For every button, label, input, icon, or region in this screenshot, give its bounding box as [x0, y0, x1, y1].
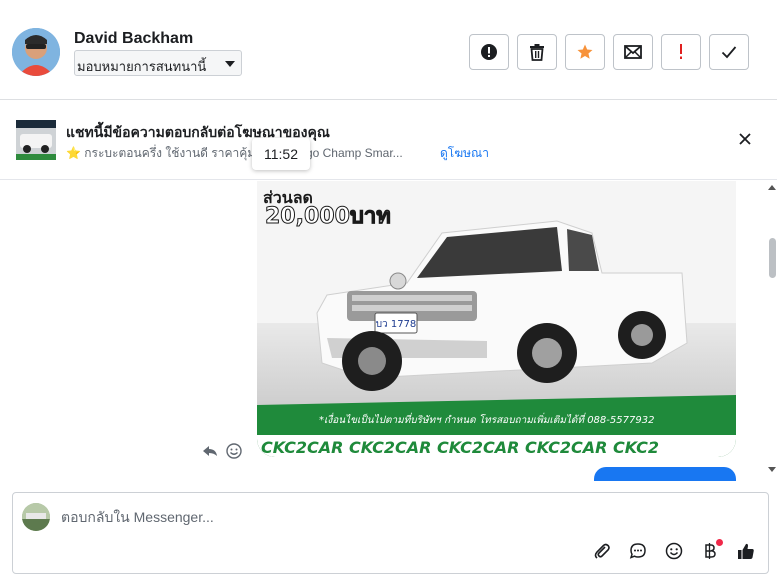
- ad-thumbnail[interactable]: [16, 120, 56, 160]
- mark-spam-button[interactable]: [469, 34, 509, 70]
- attach-button[interactable]: [592, 541, 612, 561]
- saved-replies-button[interactable]: [628, 541, 648, 561]
- emoji-button[interactable]: [664, 541, 684, 561]
- mark-done-button[interactable]: [709, 34, 749, 70]
- chat-thread[interactable]: บว 1778 ส่วนลด 20,000บาท *เงื่อนไขเป็นไป…: [0, 181, 777, 481]
- baht-icon: [705, 543, 716, 559]
- ad-reply-banner: แชทนี้มีข้อความตอบกลับต่อโฆษณาของคุณ ⭐ ก…: [0, 100, 777, 180]
- mark-unread-button[interactable]: [613, 34, 653, 70]
- assign-conversation-dropdown[interactable]: มอบหมายการสนทนานี้: [74, 50, 242, 76]
- reply-icon[interactable]: [202, 443, 218, 459]
- thumbs-up-icon: [738, 543, 754, 559]
- timestamp-tooltip: 11:52: [252, 138, 310, 170]
- user-avatar[interactable]: [12, 28, 60, 76]
- paperclip-icon: [594, 543, 610, 559]
- reply-input[interactable]: [61, 509, 661, 525]
- reply-composer: [12, 492, 769, 574]
- promo-footer-note: *เงื่อนไขเป็นไปตามที่บริษัทฯ กำหนด โทรสอ…: [319, 412, 654, 426]
- user-name: David Backham: [74, 30, 194, 47]
- chat-scrollbar[interactable]: [766, 181, 777, 481]
- next-message-bubble: [594, 467, 736, 481]
- scroll-up-arrow-icon[interactable]: [768, 185, 776, 190]
- exclamation-icon: [680, 44, 682, 59]
- scroll-thumb[interactable]: [769, 238, 776, 278]
- header-actions: [469, 34, 749, 70]
- follow-up-button[interactable]: [661, 34, 701, 70]
- scroll-down-arrow-icon[interactable]: [768, 467, 776, 472]
- notification-dot: [716, 539, 723, 546]
- message-actions: [202, 443, 242, 459]
- check-icon: [721, 46, 737, 59]
- star-icon: [577, 44, 593, 59]
- chat-bubble-icon: [629, 543, 646, 559]
- assign-label: มอบหมายการสนทนานี้: [77, 59, 207, 74]
- star-button[interactable]: [565, 34, 605, 70]
- ad-message-image[interactable]: บว 1778 ส่วนลด 20,000บาท *เงื่อนไขเป็นไป…: [257, 181, 736, 457]
- close-banner-button[interactable]: [735, 129, 755, 149]
- chevron-down-icon: [225, 61, 235, 67]
- payment-button[interactable]: [700, 539, 723, 561]
- envelope-icon: [624, 45, 642, 59]
- like-button[interactable]: [736, 541, 756, 561]
- conversation-header: David Backham มอบหมายการสนทนานี้: [0, 0, 777, 100]
- react-emoji-icon[interactable]: [226, 443, 242, 459]
- trash-icon: [530, 44, 544, 61]
- ad-caption: ⭐ กระบะตอนครึ่ง ใช้งานดี ราคาคุ้ม 🚗: [66, 146, 274, 160]
- exclamation-circle-icon: [481, 44, 497, 60]
- close-icon: [739, 133, 751, 145]
- view-ad-link[interactable]: ดูโฆษณา: [440, 144, 489, 163]
- composer-tools: [592, 539, 756, 561]
- brand-strip: CKC2CAR CKC2CAR CKC2CAR CKC2CAR CKC2: [261, 438, 659, 457]
- delete-button[interactable]: [517, 34, 557, 70]
- promo-line2: 20,000บาท: [265, 204, 391, 229]
- ad-banner-text: ⭐ กระบะตอนครึ่ง ใช้งานดี ราคาคุ้ม 🚗 lux …: [66, 144, 436, 163]
- page-avatar: [22, 503, 50, 531]
- license-plate-text: บว 1778: [376, 319, 417, 330]
- emoji-icon: [665, 542, 683, 560]
